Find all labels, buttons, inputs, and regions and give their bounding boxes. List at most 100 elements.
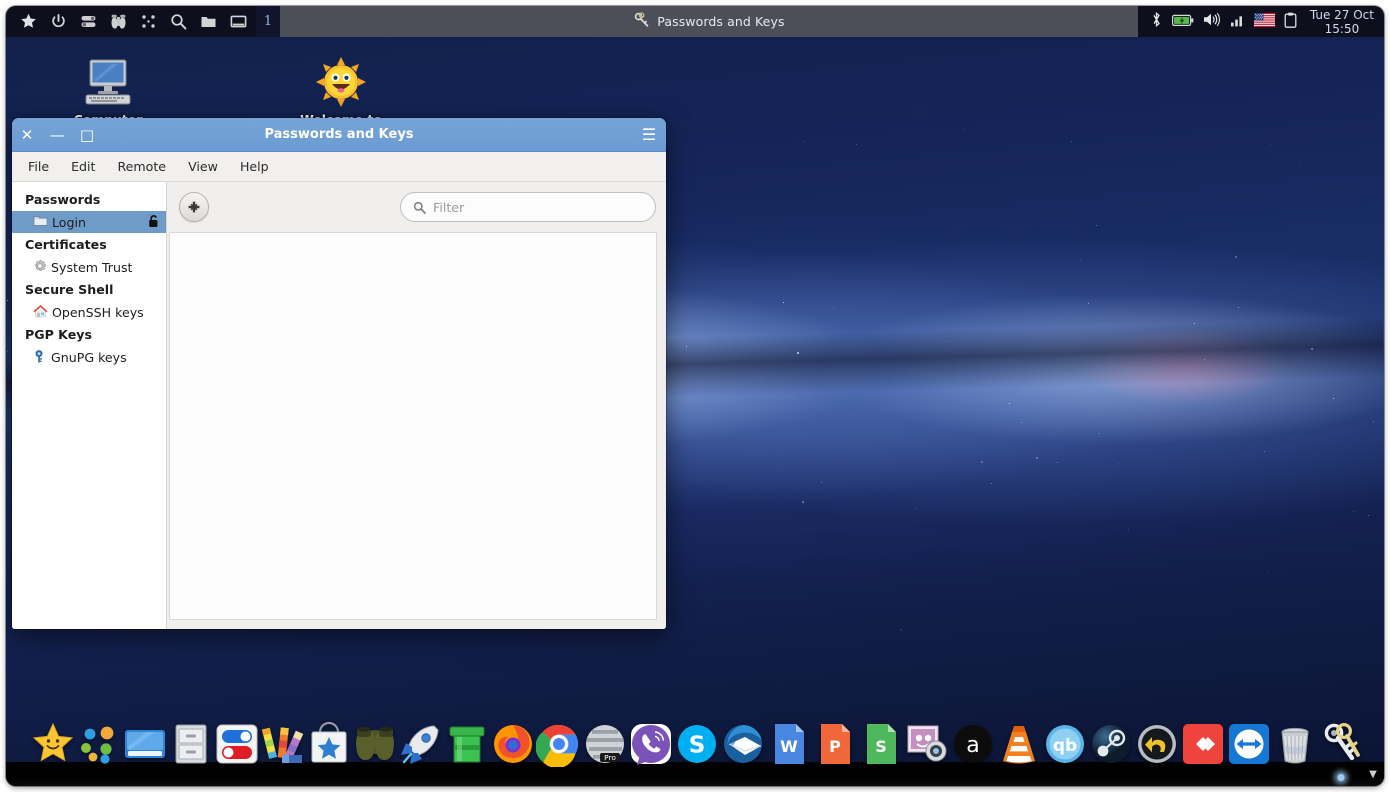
dock-file-manager[interactable] bbox=[168, 721, 214, 767]
window-body: Passwords Login Certificates System Trus… bbox=[12, 182, 666, 629]
desktop-frame: Computer We bbox=[6, 6, 1384, 786]
sidebar-item-openssh-keys[interactable]: OpenSSH keys bbox=[12, 301, 166, 323]
hamburger-menu-icon[interactable]: ☰ bbox=[632, 118, 666, 152]
system-tray[interactable]: Tue 27 Oct 15:50 bbox=[1137, 6, 1384, 37]
sun-smiley-icon bbox=[281, 54, 401, 108]
content-panel: Filter bbox=[167, 182, 666, 629]
volume-icon[interactable] bbox=[1203, 12, 1221, 31]
passwords-and-keys-window[interactable]: ✕ — □ Passwords and Keys ☰ File Edit Rem… bbox=[12, 118, 666, 629]
filter-input[interactable]: Filter bbox=[400, 192, 656, 222]
window-maximize-button[interactable]: □ bbox=[72, 118, 102, 152]
menu-remote[interactable]: Remote bbox=[117, 159, 166, 174]
sidebar-item-label: System Trust bbox=[51, 259, 133, 275]
taskbar-button-passwords-and-keys[interactable]: Passwords and Keys bbox=[633, 11, 785, 32]
clipboard-icon[interactable] bbox=[1284, 12, 1297, 32]
sidebar-item-label: OpenSSH keys bbox=[52, 304, 144, 320]
network-signal-icon[interactable] bbox=[1230, 12, 1245, 31]
dock[interactable]: Pro S W P Sa qb ▼ bbox=[6, 714, 1384, 786]
clock-date: Tue 27 Oct bbox=[1309, 7, 1374, 22]
dock-control-center[interactable] bbox=[214, 721, 260, 767]
dock-opera-pro[interactable]: Pro bbox=[582, 721, 628, 767]
dock-viber[interactable] bbox=[628, 721, 674, 767]
dock-passwords-and-keys[interactable] bbox=[1318, 721, 1364, 781]
menu-help[interactable]: Help bbox=[240, 159, 269, 174]
dock-anydesk[interactable] bbox=[1180, 721, 1226, 767]
whisker-star-icon[interactable] bbox=[20, 13, 37, 30]
menu-view[interactable]: View bbox=[188, 159, 218, 174]
dock-presentation[interactable]: P bbox=[812, 721, 858, 767]
keyboard-layout-us-flag-icon[interactable] bbox=[1253, 12, 1275, 31]
dock-audacious[interactable]: a bbox=[950, 721, 996, 767]
gnupg-key-icon bbox=[33, 349, 47, 366]
svg-text:a: a bbox=[966, 733, 979, 758]
dock-qbittorrent[interactable]: qb bbox=[1042, 721, 1088, 767]
dock-appearance[interactable] bbox=[260, 721, 306, 767]
workspace-indicator[interactable]: 1 bbox=[256, 6, 280, 37]
dock-app-grid[interactable] bbox=[76, 721, 122, 767]
sidebar-header-pgp-keys: PGP Keys bbox=[25, 327, 92, 342]
dock-pipe-app[interactable] bbox=[444, 721, 490, 767]
sidebar-header-certificates: Certificates bbox=[25, 237, 107, 252]
dock-writer[interactable]: W bbox=[766, 721, 812, 767]
taskbar-button-label: Passwords and Keys bbox=[657, 14, 785, 29]
dock-app-finder[interactable] bbox=[352, 721, 398, 767]
menu-file[interactable]: File bbox=[28, 159, 49, 174]
sidebar-item-login[interactable]: Login bbox=[12, 211, 166, 233]
sidebar-header-secure-shell: Secure Shell bbox=[25, 282, 114, 297]
dock-steam[interactable] bbox=[1088, 721, 1134, 767]
keys-icon bbox=[633, 11, 650, 32]
settings-toggles-icon[interactable] bbox=[80, 13, 97, 30]
top-panel[interactable]: 1 Passwords and Keys Tue 27 Oct 15:50 bbox=[6, 6, 1384, 37]
svg-text:P: P bbox=[829, 737, 841, 756]
window-minimize-button[interactable]: — bbox=[42, 118, 72, 152]
new-item-button[interactable] bbox=[179, 192, 209, 222]
dock-chrome[interactable] bbox=[536, 721, 582, 767]
window-close-button[interactable]: ✕ bbox=[12, 118, 42, 152]
window-titlebar[interactable]: ✕ — □ Passwords and Keys ☰ bbox=[12, 118, 666, 152]
dock-software-store[interactable] bbox=[306, 721, 352, 767]
dock-spreadsheet[interactable]: S bbox=[858, 721, 904, 767]
sidebar-item-system-trust[interactable]: System Trust bbox=[12, 256, 166, 278]
keyring-item-list[interactable] bbox=[169, 232, 657, 620]
dock-firefox[interactable] bbox=[490, 721, 536, 767]
screen: Computer We bbox=[0, 0, 1390, 792]
panel-task-area: Passwords and Keys bbox=[280, 6, 1138, 37]
sidebar-item-gnupg-keys[interactable]: GnuPG keys bbox=[12, 346, 166, 368]
svg-text:W: W bbox=[780, 737, 798, 756]
dock-vlc[interactable] bbox=[996, 721, 1042, 767]
dock-show-desktop[interactable] bbox=[122, 721, 168, 767]
clock-time: 15:50 bbox=[1324, 21, 1360, 36]
dock-teamviewer[interactable] bbox=[1226, 721, 1272, 767]
scroll-down-indicator[interactable]: ▼ bbox=[1366, 768, 1380, 782]
folder-icon bbox=[33, 214, 48, 230]
panel-launcher-group[interactable] bbox=[6, 6, 256, 37]
dock-screenshot[interactable] bbox=[904, 721, 950, 767]
search-icon bbox=[413, 201, 426, 214]
search-icon[interactable] bbox=[170, 13, 187, 30]
dock-trash[interactable] bbox=[1272, 721, 1318, 767]
dock-items[interactable]: Pro S W P Sa qb bbox=[16, 715, 1374, 781]
dock-skype[interactable]: S bbox=[674, 721, 720, 767]
content-toolbar: Filter bbox=[167, 182, 666, 232]
window-menubar[interactable]: File Edit Remote View Help bbox=[12, 152, 666, 182]
keyring-sidebar[interactable]: Passwords Login Certificates System Trus… bbox=[12, 182, 167, 629]
folder-icon[interactable] bbox=[200, 13, 217, 30]
menu-edit[interactable]: Edit bbox=[71, 159, 95, 174]
desktop-wallpaper[interactable]: Computer We bbox=[6, 37, 1384, 786]
dock-whisker-menu[interactable] bbox=[30, 721, 76, 767]
power-icon[interactable] bbox=[50, 13, 67, 30]
running-indicator bbox=[1337, 774, 1345, 781]
clock[interactable]: Tue 27 Oct 15:50 bbox=[1306, 8, 1374, 36]
home-house-icon bbox=[33, 304, 48, 321]
dock-launcher[interactable] bbox=[398, 721, 444, 767]
battery-charging-icon[interactable] bbox=[1171, 12, 1194, 31]
computer-icon bbox=[48, 54, 168, 108]
grid-dots-icon[interactable] bbox=[140, 13, 157, 30]
dock-thunderbird[interactable] bbox=[720, 721, 766, 767]
window-icon[interactable] bbox=[230, 13, 247, 30]
binoculars-icon[interactable] bbox=[110, 13, 127, 30]
plus-icon bbox=[188, 201, 200, 213]
dock-timeshift[interactable] bbox=[1134, 721, 1180, 767]
desktop-icon-computer[interactable]: Computer bbox=[48, 54, 168, 127]
bluetooth-icon[interactable] bbox=[1150, 11, 1163, 32]
